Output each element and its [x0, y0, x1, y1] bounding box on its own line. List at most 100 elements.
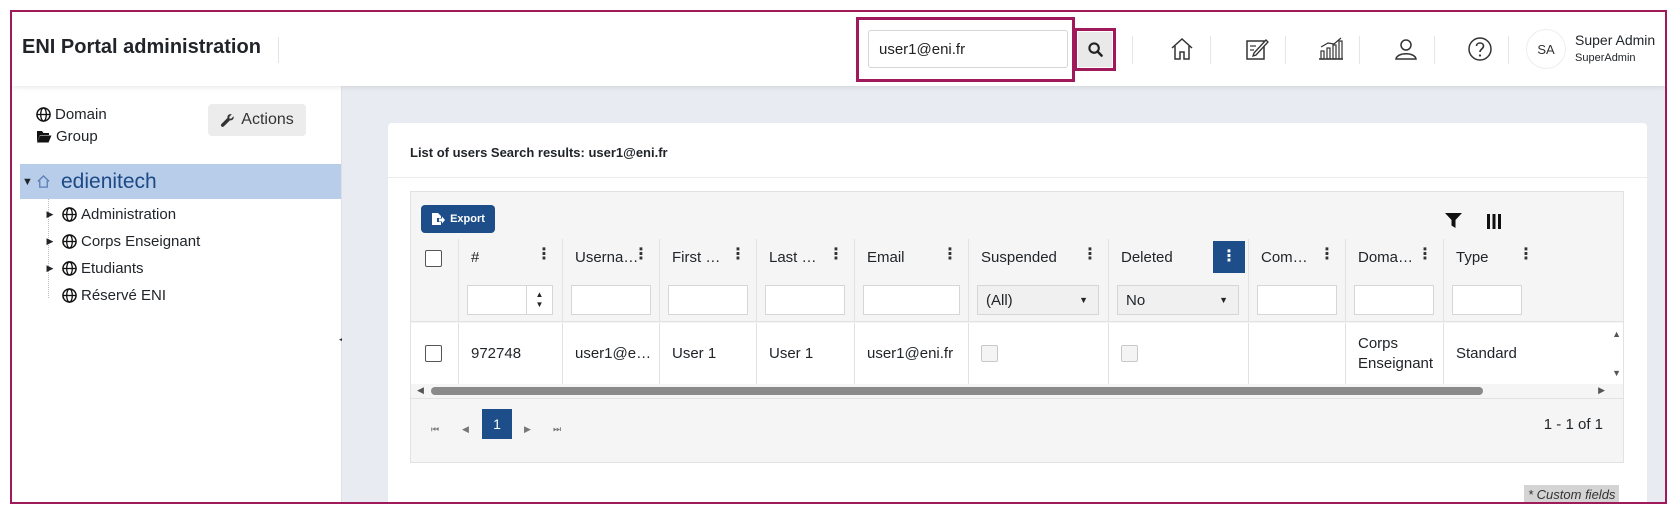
column-header-type[interactable]: Type ⋮ — [1444, 239, 1534, 275]
number-spinner[interactable]: ▲ ▼ — [526, 286, 552, 314]
cell-first-name: User 1 — [660, 323, 757, 384]
columns-button[interactable] — [1485, 212, 1503, 230]
divider — [1210, 36, 1211, 64]
scrollbar-thumb[interactable] — [431, 387, 1483, 395]
column-menu-icon[interactable]: ⋮ — [730, 247, 746, 263]
export-button[interactable]: Export — [421, 205, 495, 233]
row-checkbox[interactable] — [425, 345, 442, 362]
column-header-id[interactable]: # ⋮ — [459, 239, 563, 275]
caret-right-icon[interactable]: ▶ — [42, 236, 58, 247]
divider — [1132, 36, 1133, 64]
horizontal-scrollbar[interactable]: ◀ ▶ — [411, 384, 1623, 398]
avatar[interactable]: SA — [1526, 29, 1566, 69]
users-grid: Export # ⋮ Userna… ⋮ First … ⋮ Last … ⋮ … — [410, 191, 1624, 463]
spin-down-icon[interactable]: ▼ — [536, 300, 544, 310]
pagination-info: 1 - 1 of 1 — [1543, 416, 1603, 433]
filter-button[interactable] — [1444, 212, 1462, 230]
search-button[interactable] — [1078, 32, 1112, 67]
tree-root-edienitech[interactable]: ▼ edienitech — [20, 164, 341, 199]
column-menu-icon[interactable]: ⋮ — [1518, 247, 1534, 263]
custom-fields-note: * Custom fields — [1524, 485, 1620, 502]
group-link[interactable]: Group — [36, 128, 98, 145]
column-menu-icon[interactable]: ⋮ — [1082, 247, 1098, 263]
globe-icon — [62, 207, 77, 222]
next-page-icon[interactable]: ▶ — [524, 424, 531, 435]
column-header-username[interactable]: Userna… ⋮ — [563, 239, 660, 275]
users-nav-button[interactable] — [1389, 32, 1423, 66]
email-filter-input[interactable] — [863, 285, 960, 315]
first-name-filter-input[interactable] — [668, 285, 748, 315]
column-menu-icon[interactable]: ⋮ — [633, 247, 649, 263]
spin-up-icon[interactable]: ▲ — [536, 290, 544, 300]
first-page-icon[interactable]: ⏮ — [431, 424, 439, 435]
scroll-left-icon[interactable]: ◀ — [417, 385, 424, 396]
column-header-deleted[interactable]: Deleted ⋮ — [1109, 239, 1249, 275]
list-title: List of users Search results: user1@eni.… — [410, 145, 668, 160]
divider — [388, 177, 1647, 178]
page-button-current[interactable]: 1 — [482, 409, 512, 439]
username-filter-input[interactable] — [571, 285, 651, 315]
tree-item-etudiants[interactable]: ▶ Etudiants — [42, 260, 144, 277]
dropdown-arrow-icon: ▼ — [1219, 295, 1228, 305]
grid-header-row: #⋮ Userna…⋮ First …⋮ Last …⋮ Email⋮ — [411, 239, 1623, 275]
scroll-down-icon[interactable]: ▼ — [1612, 368, 1621, 378]
prev-page-icon[interactable]: ◀ — [462, 424, 469, 435]
cell-id: 972748 — [459, 323, 563, 384]
dropdown-arrow-icon: ▼ — [1079, 295, 1088, 305]
table-row[interactable]: 972748 user1@e… User 1 User 1 user1@eni.… — [411, 323, 1623, 384]
edit-icon — [1246, 39, 1269, 60]
column-header-comment[interactable]: Com… ⋮ — [1249, 239, 1346, 275]
home-nav-button[interactable] — [1165, 32, 1199, 66]
caret-right-icon[interactable]: ▶ — [42, 263, 58, 274]
tree-item-corps-enseignant[interactable]: ▶ Corps Enseignant — [42, 233, 201, 250]
actions-button[interactable]: Actions — [208, 104, 306, 136]
search-input[interactable]: user1@eni.fr — [868, 30, 1068, 68]
column-menu-icon[interactable]: ⋮ — [942, 247, 958, 263]
last-page-icon[interactable]: ⏭ — [553, 424, 561, 435]
stats-nav-button[interactable] — [1314, 32, 1348, 66]
column-header-suspended[interactable]: Suspended ⋮ — [969, 239, 1109, 275]
column-menu-icon[interactable]: ⋮ — [1417, 247, 1433, 263]
column-header-first-name[interactable]: First … ⋮ — [660, 239, 757, 275]
columns-icon — [1487, 213, 1501, 229]
help-nav-button[interactable] — [1463, 32, 1497, 66]
edit-nav-button[interactable] — [1240, 32, 1274, 66]
help-icon — [1468, 37, 1492, 61]
app-frame: ENI Portal administration user1@eni.fr S… — [10, 10, 1667, 504]
select-all-checkbox[interactable] — [425, 250, 442, 267]
column-menu-icon[interactable]: ⋮ — [828, 247, 844, 263]
globe-icon — [62, 234, 77, 249]
scroll-right-icon[interactable]: ▶ — [1598, 385, 1605, 396]
pagination: ⏮ ◀ 1 ▶ ⏭ 1 - 1 of 1 — [411, 398, 1623, 462]
scroll-up-icon[interactable]: ▲ — [1612, 329, 1621, 339]
cell-username: user1@e… — [563, 323, 660, 384]
column-menu-icon[interactable]: ⋮ — [1319, 247, 1335, 263]
tree-item-administration[interactable]: ▶ Administration — [42, 206, 177, 223]
comment-filter-input[interactable] — [1257, 285, 1337, 315]
globe-icon — [62, 288, 77, 303]
divider — [1359, 36, 1360, 64]
suspended-filter-select[interactable]: (All) ▼ — [977, 285, 1099, 315]
home-icon — [37, 174, 50, 188]
filter-icon — [1444, 213, 1462, 228]
user-name: Super Admin — [1575, 32, 1656, 48]
divider — [1285, 36, 1286, 64]
type-filter-input[interactable] — [1452, 285, 1522, 315]
caret-right-icon[interactable]: ▶ — [42, 209, 58, 220]
last-name-filter-input[interactable] — [765, 285, 845, 315]
users-card: List of users Search results: user1@eni.… — [388, 123, 1647, 502]
domain-link[interactable]: Domain — [36, 106, 107, 123]
id-filter-input[interactable]: ▲ ▼ — [467, 285, 553, 315]
column-header-last-name[interactable]: Last … ⋮ — [757, 239, 855, 275]
column-menu-icon[interactable]: ⋮ — [536, 247, 552, 263]
domain-filter-input[interactable] — [1354, 285, 1434, 315]
column-menu-icon[interactable]: ⋮ — [1213, 241, 1245, 273]
app-title: ENI Portal administration — [22, 36, 261, 58]
deleted-filter-select[interactable]: No ▼ — [1117, 285, 1239, 315]
caret-down-icon[interactable]: ▼ — [22, 176, 36, 188]
divider — [278, 37, 279, 63]
column-header-domain[interactable]: Doma… ⋮ — [1346, 239, 1444, 275]
column-header-email[interactable]: Email ⋮ — [855, 239, 969, 275]
sidebar: Domain Group Actions ▼ edienitech ▶ Admi… — [12, 86, 341, 502]
tree-item-reserve-eni[interactable]: Réservé ENI — [42, 287, 166, 304]
